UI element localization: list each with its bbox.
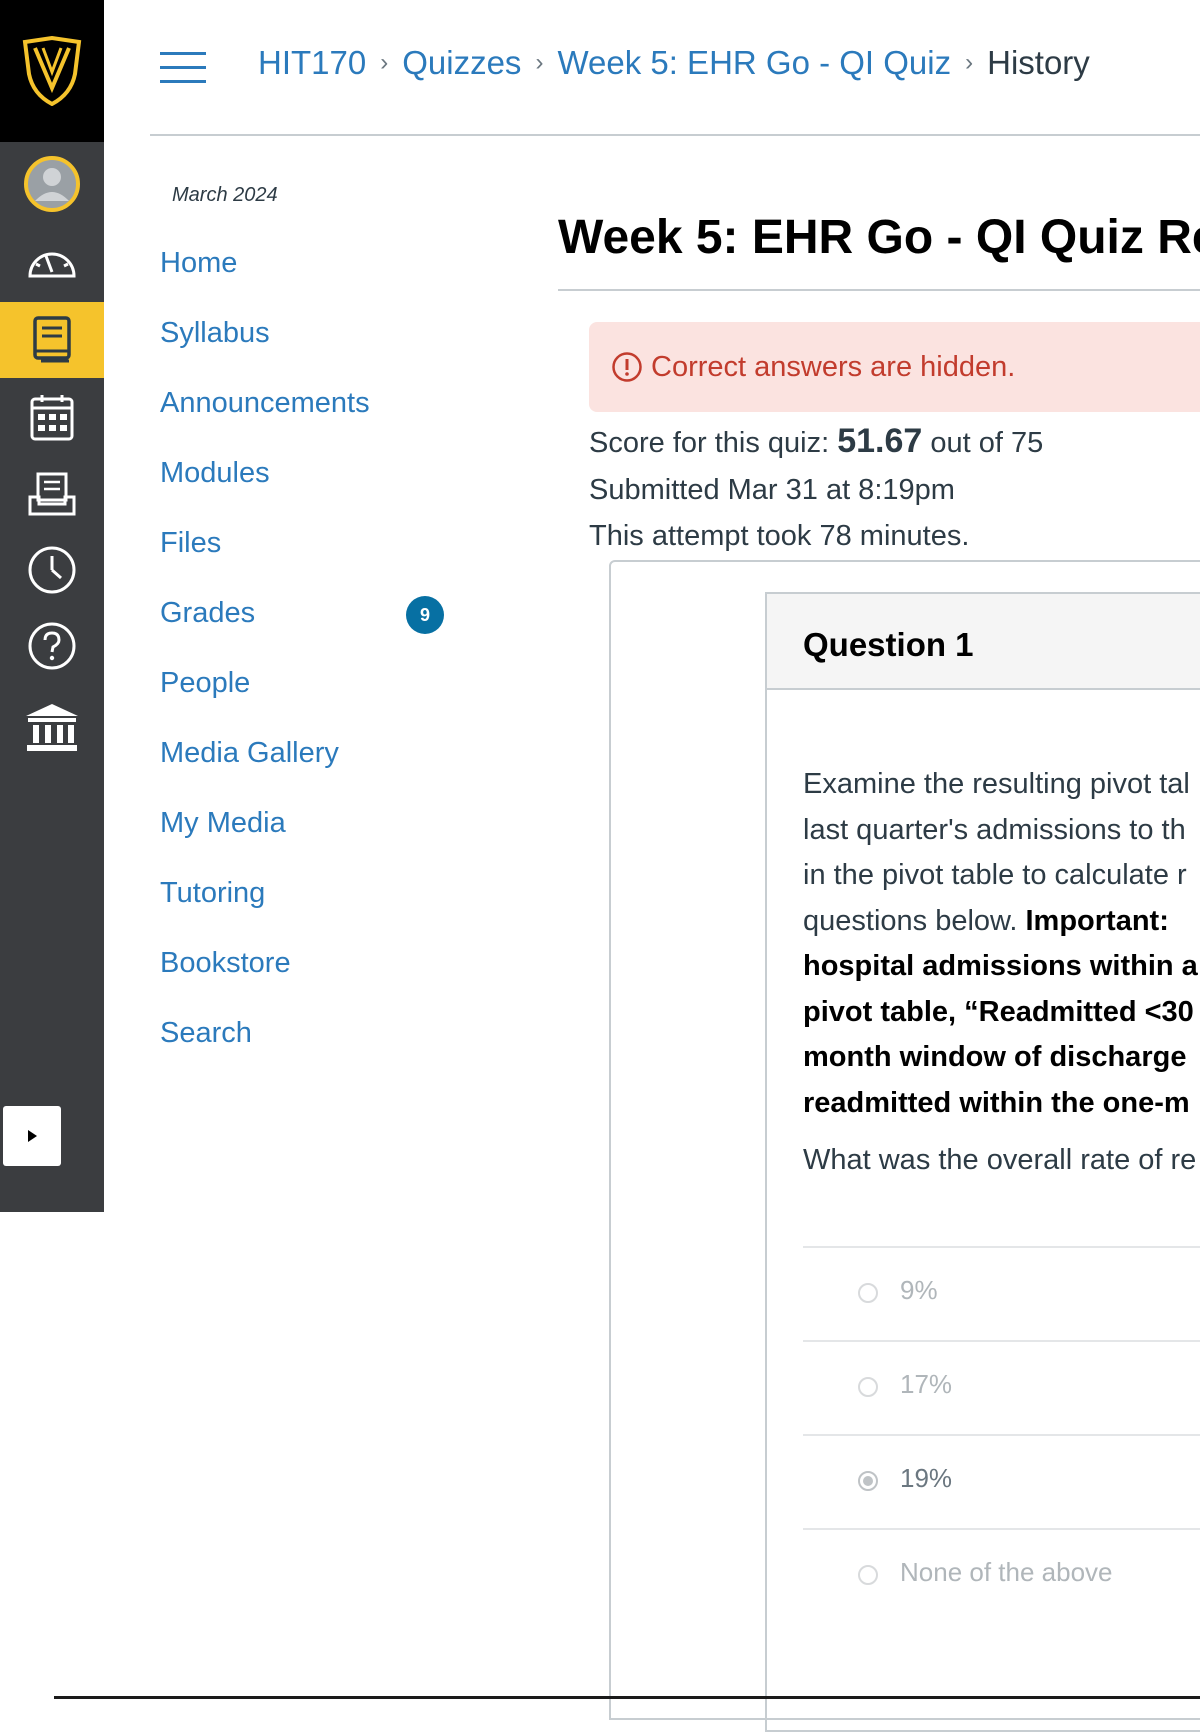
calendar-icon (30, 395, 74, 441)
help-circle-icon (28, 622, 76, 670)
radio-button[interactable] (858, 1283, 878, 1303)
alert-text: Correct answers are hidden. (651, 350, 1016, 383)
radio-button[interactable] (858, 1565, 878, 1585)
global-navigation (0, 0, 104, 1212)
hamburger-icon-line (160, 52, 206, 55)
question-text-line: questions below. Important: (803, 899, 1200, 945)
footer-divider (54, 1696, 1200, 1699)
grades-count-badge: 9 (406, 596, 444, 634)
question-text-line: last quarter's admissions to th (803, 813, 1186, 846)
question-important-label: Important: (1025, 904, 1169, 937)
correct-answers-hidden-alert: Correct answers are hidden. (589, 322, 1200, 412)
course-nav-announcements[interactable]: Announcements (160, 387, 370, 457)
course-nav-files[interactable]: Files (160, 527, 370, 597)
radio-button[interactable] (858, 1377, 878, 1397)
question-text-bold: readmitted within the one-m (803, 1086, 1190, 1119)
breadcrumb-separator: › (965, 49, 974, 76)
courses-book-icon (33, 316, 71, 363)
course-nav-modules[interactable]: Modules (160, 457, 370, 527)
shield-logo-icon (22, 36, 82, 106)
course-nav-grades[interactable]: Grades 9 (160, 596, 444, 667)
breadcrumb-item-quizzes[interactable]: Quizzes (402, 44, 521, 82)
answer-label: 9% (900, 1275, 938, 1305)
score-prefix: Score for this quiz: (589, 427, 830, 459)
course-nav-grades-label: Grades (160, 597, 256, 629)
submitted-timestamp: Submitted Mar 31 at 8:19pm (589, 474, 955, 506)
account-avatar-icon (24, 156, 80, 212)
question-text-bold: month window of discharge (803, 1041, 1187, 1073)
nav-account[interactable] (0, 146, 104, 222)
breadcrumb-separator: › (535, 49, 544, 76)
nav-history[interactable] (0, 532, 104, 608)
nav-help[interactable] (0, 608, 104, 684)
question-text-line: hospital admissions within a (803, 944, 1200, 990)
radio-button-selected[interactable] (858, 1471, 878, 1491)
question-text-line: in the pivot table to calculate r (803, 859, 1187, 891)
course-term-label: March 2024 (172, 184, 278, 206)
breadcrumb: HIT170 › Quizzes › Week 5: EHR Go - QI Q… (258, 44, 1090, 82)
course-nav-search[interactable]: Search (160, 1017, 370, 1087)
question-text-line: Examine the resulting pivot tal (803, 768, 1190, 800)
course-nav-people[interactable]: People (160, 667, 370, 737)
collapse-nav-button[interactable] (3, 1106, 61, 1166)
breadcrumb-separator: › (380, 49, 389, 76)
quiz-score: Score for this quiz: 51.67 out of 75 (589, 422, 1043, 461)
attempt-duration: This attempt took 78 minutes. (589, 520, 970, 552)
nav-institution[interactable] (0, 690, 104, 766)
answer-option[interactable]: None of the above (803, 1528, 1200, 1622)
course-nav-my-media[interactable]: My Media (160, 807, 370, 877)
question-text-line: month window of discharge (803, 1035, 1200, 1081)
breadcrumb-item-course[interactable]: HIT170 (258, 44, 366, 82)
breadcrumb-item-current: History (987, 44, 1090, 81)
answer-label: None of the above (900, 1557, 1113, 1587)
triangle-right-icon (28, 1130, 37, 1142)
answer-label: 19% (900, 1463, 953, 1493)
question-header: Question 1 (767, 594, 1200, 690)
breadcrumb-item-quiz[interactable]: Week 5: EHR Go - QI Quiz (557, 44, 951, 82)
nav-dashboard[interactable] (0, 224, 104, 300)
dashboard-gauge-icon (28, 252, 76, 278)
question-text-bold: hospital admissions within a (803, 950, 1198, 982)
course-menu-toggle-button[interactable] (160, 52, 206, 86)
question-text-segment: questions below. (803, 904, 1018, 937)
answer-option[interactable]: 17% (803, 1340, 1200, 1434)
university-logo[interactable] (0, 0, 104, 142)
nav-calendar[interactable] (0, 380, 104, 456)
answer-option-selected[interactable]: 19% (803, 1434, 1200, 1528)
page-title: Week 5: EHR Go - QI Quiz Re (558, 211, 1200, 264)
course-nav-tutoring[interactable]: Tutoring (160, 877, 370, 947)
course-nav-syllabus[interactable]: Syllabus (160, 317, 370, 387)
answer-list: 9% 17% 19% None of the above (803, 1246, 1200, 1622)
header-divider (150, 134, 1200, 136)
course-nav-media-gallery[interactable]: Media Gallery (160, 737, 370, 807)
score-value: 51.67 (837, 422, 923, 460)
score-suffix: out of 75 (930, 427, 1044, 459)
question-text-line: readmitted within the one-m (803, 1081, 1200, 1127)
answer-option[interactable]: 9% (803, 1246, 1200, 1340)
warning-circle-icon (611, 351, 643, 383)
answer-label: 17% (900, 1369, 953, 1399)
question-text-bold: pivot table, “Readmitted <30 (803, 995, 1194, 1028)
course-nav-home[interactable]: Home (160, 247, 370, 317)
course-nav-bookstore[interactable]: Bookstore (160, 947, 370, 1017)
hamburger-icon-line (160, 66, 206, 69)
title-divider (558, 289, 1200, 291)
inbox-icon (28, 472, 76, 516)
institution-building-icon (26, 704, 78, 751)
question-prompt: What was the overall rate of re (803, 1144, 1197, 1176)
nav-courses[interactable] (0, 302, 104, 378)
nav-inbox[interactable] (0, 456, 104, 532)
question-text: Examine the resulting pivot tal last qua… (803, 762, 1200, 1126)
clock-icon (28, 546, 76, 594)
hamburger-icon-line (160, 80, 206, 83)
question-title: Question 1 (803, 626, 974, 663)
course-navigation: Home Syllabus Announcements Modules File… (160, 247, 444, 1087)
question-text-line: pivot table, “Readmitted <30 (803, 990, 1200, 1036)
